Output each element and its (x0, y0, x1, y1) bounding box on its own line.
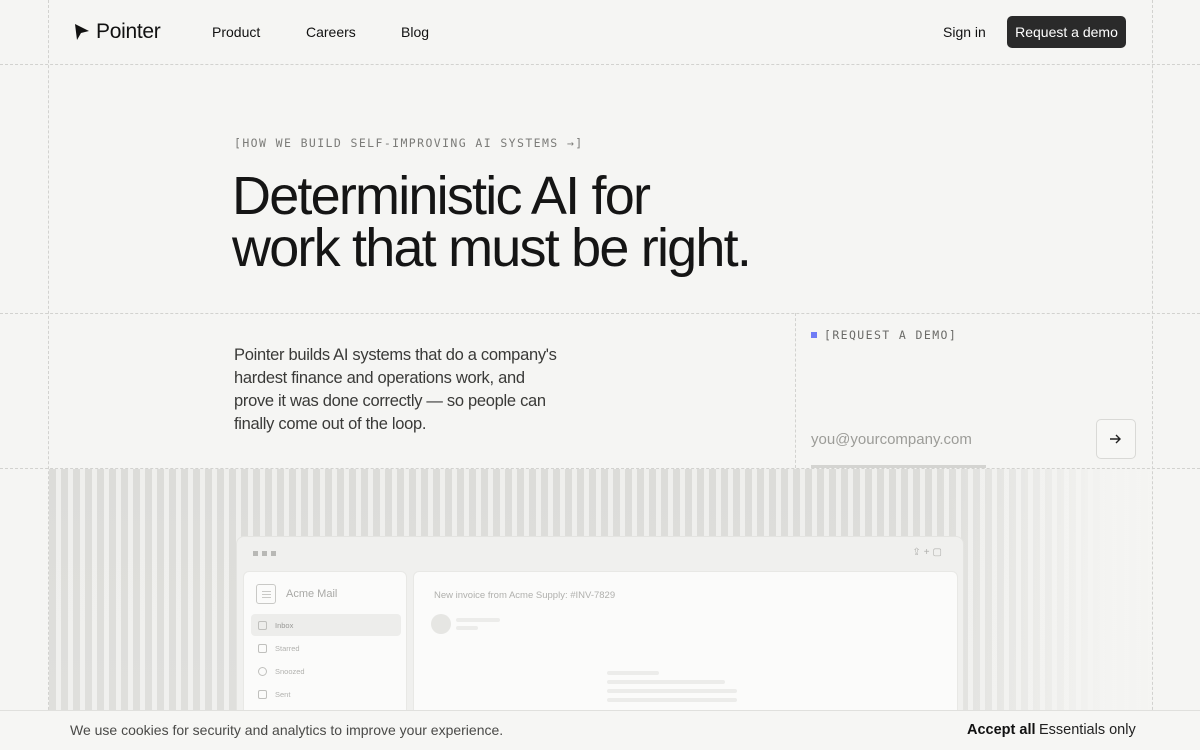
nav-link-careers[interactable]: Careers (306, 24, 356, 40)
mail-folder-snoozed: Snoozed (251, 660, 401, 682)
mail-folder-starred: Starred (251, 637, 401, 659)
request-demo-button[interactable]: Request a demo (1007, 16, 1126, 48)
mail-body-line (607, 698, 737, 702)
hero-description: Pointer builds AI systems that do a comp… (234, 346, 557, 433)
inbox-icon (258, 620, 267, 630)
email-input[interactable] (811, 422, 1081, 456)
nav-link-product[interactable]: Product (212, 24, 260, 40)
accept-all-button[interactable]: Accept all (967, 722, 1036, 738)
avatar (431, 614, 451, 634)
mail-brand: Acme Mail (256, 584, 337, 604)
email-input-underline (811, 465, 986, 468)
brand-name: Pointer (96, 20, 161, 43)
sign-in-link[interactable]: Sign in (943, 24, 986, 40)
grid-line-nav (0, 64, 1200, 65)
mail-body-line (607, 671, 659, 675)
send-icon (258, 689, 267, 699)
cookie-banner: We use cookies for security and analytic… (0, 710, 1200, 750)
window-actions-icon: ⇪+▢ (912, 547, 945, 558)
mail-app-name: Acme Mail (286, 588, 338, 600)
essentials-only-button[interactable]: Essentials only (1039, 722, 1136, 738)
mail-logo-icon (256, 584, 276, 604)
mail-folder-label: Sent (275, 689, 291, 699)
mail-body-line (607, 680, 725, 684)
brand-logo[interactable]: Pointer (74, 20, 161, 44)
square-bullet-icon (811, 332, 817, 338)
mail-sender-line (456, 618, 500, 622)
headline-line-2: work that must be right. (232, 218, 752, 278)
mail-sender-line (456, 626, 478, 630)
cookie-message: We use cookies for security and analytic… (70, 722, 504, 738)
hero-headline: Deterministic AI for work that must be r… (232, 169, 832, 275)
demo-form-label: [REQUEST A DEMO] (811, 328, 957, 342)
grid-line-form-divider (795, 313, 796, 468)
mail-folder-label: Snoozed (275, 666, 305, 676)
arrow-right-icon (1110, 434, 1121, 444)
email-submit-button[interactable] (1096, 419, 1136, 459)
mail-folder-sent: Sent (251, 683, 401, 705)
mail-folder-label: Inbox (275, 620, 294, 630)
top-nav: Pointer Product Careers Blog Sign in Req… (0, 0, 1200, 64)
mail-subject: New invoice from Acme Supply: #INV-7829 (434, 590, 616, 601)
mail-folder-inbox: Inbox (251, 614, 401, 636)
pointer-logo-icon (75, 24, 89, 40)
headline-line-1: Deterministic AI for (232, 166, 651, 226)
window-dots-icon (253, 551, 276, 556)
build-systems-link[interactable]: [HOW WE BUILD SELF-IMPROVING AI SYSTEMS … (234, 136, 584, 150)
nav-link-blog[interactable]: Blog (401, 24, 429, 40)
mail-body-line (607, 689, 737, 693)
star-icon (258, 643, 267, 653)
grid-line-hero (0, 313, 1200, 314)
clock-icon (258, 666, 267, 676)
grid-line-right (1152, 0, 1153, 750)
mail-folder-label: Starred (275, 643, 300, 653)
demo-label-text: [REQUEST A DEMO] (824, 328, 958, 342)
